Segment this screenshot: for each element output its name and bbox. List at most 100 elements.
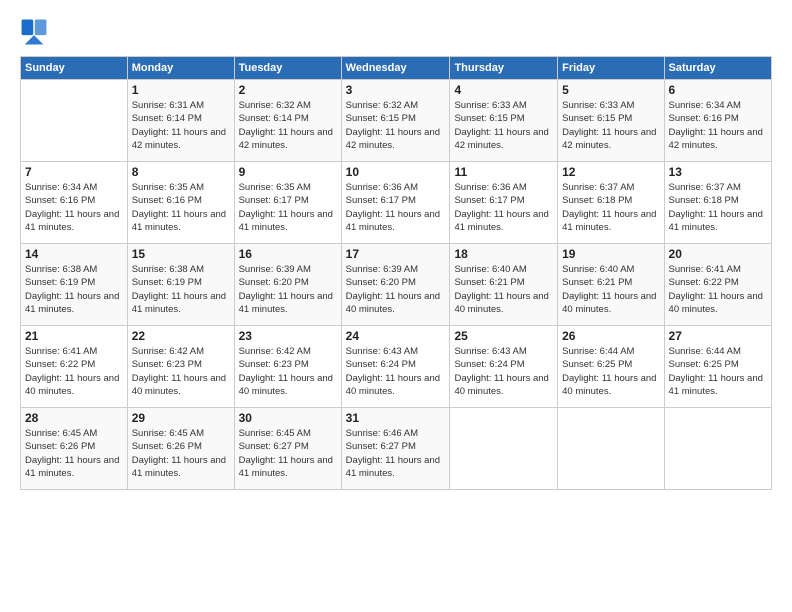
cell-info: Sunrise: 6:32 AMSunset: 6:15 PMDaylight:… [346, 99, 446, 152]
calendar-cell [558, 408, 664, 490]
cell-info: Sunrise: 6:35 AMSunset: 6:16 PMDaylight:… [132, 181, 230, 234]
calendar-cell: 16 Sunrise: 6:39 AMSunset: 6:20 PMDayligh… [234, 244, 341, 326]
calendar-cell: 5 Sunrise: 6:33 AMSunset: 6:15 PMDaylight… [558, 80, 664, 162]
weekday-header-monday: Monday [127, 57, 234, 80]
day-number: 13 [669, 165, 767, 179]
calendar-cell: 24 Sunrise: 6:43 AMSunset: 6:24 PMDayligh… [341, 326, 450, 408]
calendar-cell: 31Sunrise: 6:46 AMSunset: 6:27 PMDayligh… [341, 408, 450, 490]
cell-info: Sunrise: 6:38 AMSunset: 6:19 PMDaylight:… [25, 263, 123, 316]
cell-info: Sunrise: 6:37 AMSunset: 6:18 PMDaylight:… [562, 181, 659, 234]
cell-info: Sunrise: 6:36 AMSunset: 6:17 PMDaylight:… [346, 181, 446, 234]
calendar-week-1: 1 Sunrise: 6:31 AMSunset: 6:14 PMDaylight… [21, 80, 772, 162]
calendar-cell: 18 Sunrise: 6:40 AMSunset: 6:21 PMDayligh… [450, 244, 558, 326]
calendar-cell: 14 Sunrise: 6:38 AMSunset: 6:19 PMDayligh… [21, 244, 128, 326]
calendar-cell: 17Sunrise: 6:39 AMSunset: 6:20 PMDayligh… [341, 244, 450, 326]
calendar-cell: 7 Sunrise: 6:34 AMSunset: 6:16 PMDaylight… [21, 162, 128, 244]
day-number: 5 [562, 83, 659, 97]
day-number: 28 [25, 411, 123, 425]
calendar-cell: 29 Sunrise: 6:45 AMSunset: 6:26 PMDayligh… [127, 408, 234, 490]
cell-info: Sunrise: 6:44 AMSunset: 6:25 PMDaylight:… [669, 345, 767, 398]
calendar-cell: 1 Sunrise: 6:31 AMSunset: 6:14 PMDaylight… [127, 80, 234, 162]
day-number: 14 [25, 247, 123, 261]
cell-info: Sunrise: 6:46 AMSunset: 6:27 PMDaylight:… [346, 427, 446, 480]
header [20, 18, 772, 46]
calendar-cell: 30Sunrise: 6:45 AMSunset: 6:27 PMDayligh… [234, 408, 341, 490]
calendar-cell: 25Sunrise: 6:43 AMSunset: 6:24 PMDayligh… [450, 326, 558, 408]
calendar-cell: 9Sunrise: 6:35 AMSunset: 6:17 PMDaylight… [234, 162, 341, 244]
cell-info: Sunrise: 6:39 AMSunset: 6:20 PMDaylight:… [346, 263, 446, 316]
calendar-cell [664, 408, 771, 490]
day-number: 8 [132, 165, 230, 179]
calendar-page: SundayMondayTuesdayWednesdayThursdayFrid… [0, 0, 792, 612]
weekday-header-saturday: Saturday [664, 57, 771, 80]
calendar-cell: 12 Sunrise: 6:37 AMSunset: 6:18 PMDayligh… [558, 162, 664, 244]
calendar-cell: 4 Sunrise: 6:33 AMSunset: 6:15 PMDaylight… [450, 80, 558, 162]
day-number: 22 [132, 329, 230, 343]
cell-info: Sunrise: 6:41 AMSunset: 6:22 PMDaylight:… [669, 263, 767, 316]
weekday-header-wednesday: Wednesday [341, 57, 450, 80]
logo [20, 18, 50, 46]
calendar-cell [21, 80, 128, 162]
calendar-cell: 22Sunrise: 6:42 AMSunset: 6:23 PMDayligh… [127, 326, 234, 408]
logo-icon [20, 18, 48, 46]
day-number: 2 [239, 83, 337, 97]
cell-info: Sunrise: 6:39 AMSunset: 6:20 PMDaylight:… [239, 263, 337, 316]
day-number: 4 [454, 83, 553, 97]
day-number: 23 [239, 329, 337, 343]
cell-info: Sunrise: 6:33 AMSunset: 6:15 PMDaylight:… [562, 99, 659, 152]
cell-info: Sunrise: 6:45 AMSunset: 6:26 PMDaylight:… [25, 427, 123, 480]
day-number: 3 [346, 83, 446, 97]
day-number: 6 [669, 83, 767, 97]
cell-info: Sunrise: 6:44 AMSunset: 6:25 PMDaylight:… [562, 345, 659, 398]
cell-info: Sunrise: 6:40 AMSunset: 6:21 PMDaylight:… [562, 263, 659, 316]
calendar-week-5: 28 Sunrise: 6:45 AMSunset: 6:26 PMDayligh… [21, 408, 772, 490]
weekday-header-thursday: Thursday [450, 57, 558, 80]
day-number: 20 [669, 247, 767, 261]
cell-info: Sunrise: 6:36 AMSunset: 6:17 PMDaylight:… [454, 181, 553, 234]
cell-info: Sunrise: 6:32 AMSunset: 6:14 PMDaylight:… [239, 99, 337, 152]
day-number: 27 [669, 329, 767, 343]
calendar-cell: 11 Sunrise: 6:36 AMSunset: 6:17 PMDayligh… [450, 162, 558, 244]
cell-info: Sunrise: 6:45 AMSunset: 6:26 PMDaylight:… [132, 427, 230, 480]
day-number: 10 [346, 165, 446, 179]
day-number: 30 [239, 411, 337, 425]
day-number: 26 [562, 329, 659, 343]
calendar-cell [450, 408, 558, 490]
calendar-cell: 15 Sunrise: 6:38 AMSunset: 6:19 PMDayligh… [127, 244, 234, 326]
day-number: 21 [25, 329, 123, 343]
calendar-cell: 28 Sunrise: 6:45 AMSunset: 6:26 PMDayligh… [21, 408, 128, 490]
cell-info: Sunrise: 6:37 AMSunset: 6:18 PMDaylight:… [669, 181, 767, 234]
calendar-cell: 23Sunrise: 6:42 AMSunset: 6:23 PMDayligh… [234, 326, 341, 408]
calendar-cell: 2 Sunrise: 6:32 AMSunset: 6:14 PMDaylight… [234, 80, 341, 162]
calendar-cell: 10 Sunrise: 6:36 AMSunset: 6:17 PMDayligh… [341, 162, 450, 244]
calendar-cell: 3 Sunrise: 6:32 AMSunset: 6:15 PMDaylight… [341, 80, 450, 162]
cell-info: Sunrise: 6:33 AMSunset: 6:15 PMDaylight:… [454, 99, 553, 152]
calendar-cell: 27 Sunrise: 6:44 AMSunset: 6:25 PMDayligh… [664, 326, 771, 408]
calendar-cell: 8 Sunrise: 6:35 AMSunset: 6:16 PMDaylight… [127, 162, 234, 244]
cell-info: Sunrise: 6:38 AMSunset: 6:19 PMDaylight:… [132, 263, 230, 316]
calendar-cell: 6Sunrise: 6:34 AMSunset: 6:16 PMDaylight… [664, 80, 771, 162]
calendar-cell: 26 Sunrise: 6:44 AMSunset: 6:25 PMDayligh… [558, 326, 664, 408]
day-number: 24 [346, 329, 446, 343]
calendar-cell: 20 Sunrise: 6:41 AMSunset: 6:22 PMDayligh… [664, 244, 771, 326]
day-number: 18 [454, 247, 553, 261]
cell-info: Sunrise: 6:43 AMSunset: 6:24 PMDaylight:… [454, 345, 553, 398]
day-number: 29 [132, 411, 230, 425]
cell-info: Sunrise: 6:40 AMSunset: 6:21 PMDaylight:… [454, 263, 553, 316]
day-number: 16 [239, 247, 337, 261]
day-number: 1 [132, 83, 230, 97]
calendar-week-4: 21 Sunrise: 6:41 AMSunset: 6:22 PMDayligh… [21, 326, 772, 408]
weekday-header-row: SundayMondayTuesdayWednesdayThursdayFrid… [21, 57, 772, 80]
cell-info: Sunrise: 6:41 AMSunset: 6:22 PMDaylight:… [25, 345, 123, 398]
day-number: 11 [454, 165, 553, 179]
day-number: 7 [25, 165, 123, 179]
calendar-cell: 13 Sunrise: 6:37 AMSunset: 6:18 PMDayligh… [664, 162, 771, 244]
cell-info: Sunrise: 6:31 AMSunset: 6:14 PMDaylight:… [132, 99, 230, 152]
cell-info: Sunrise: 6:43 AMSunset: 6:24 PMDaylight:… [346, 345, 446, 398]
weekday-header-sunday: Sunday [21, 57, 128, 80]
day-number: 15 [132, 247, 230, 261]
day-number: 12 [562, 165, 659, 179]
day-number: 19 [562, 247, 659, 261]
cell-info: Sunrise: 6:34 AMSunset: 6:16 PMDaylight:… [25, 181, 123, 234]
calendar-week-2: 7 Sunrise: 6:34 AMSunset: 6:16 PMDaylight… [21, 162, 772, 244]
